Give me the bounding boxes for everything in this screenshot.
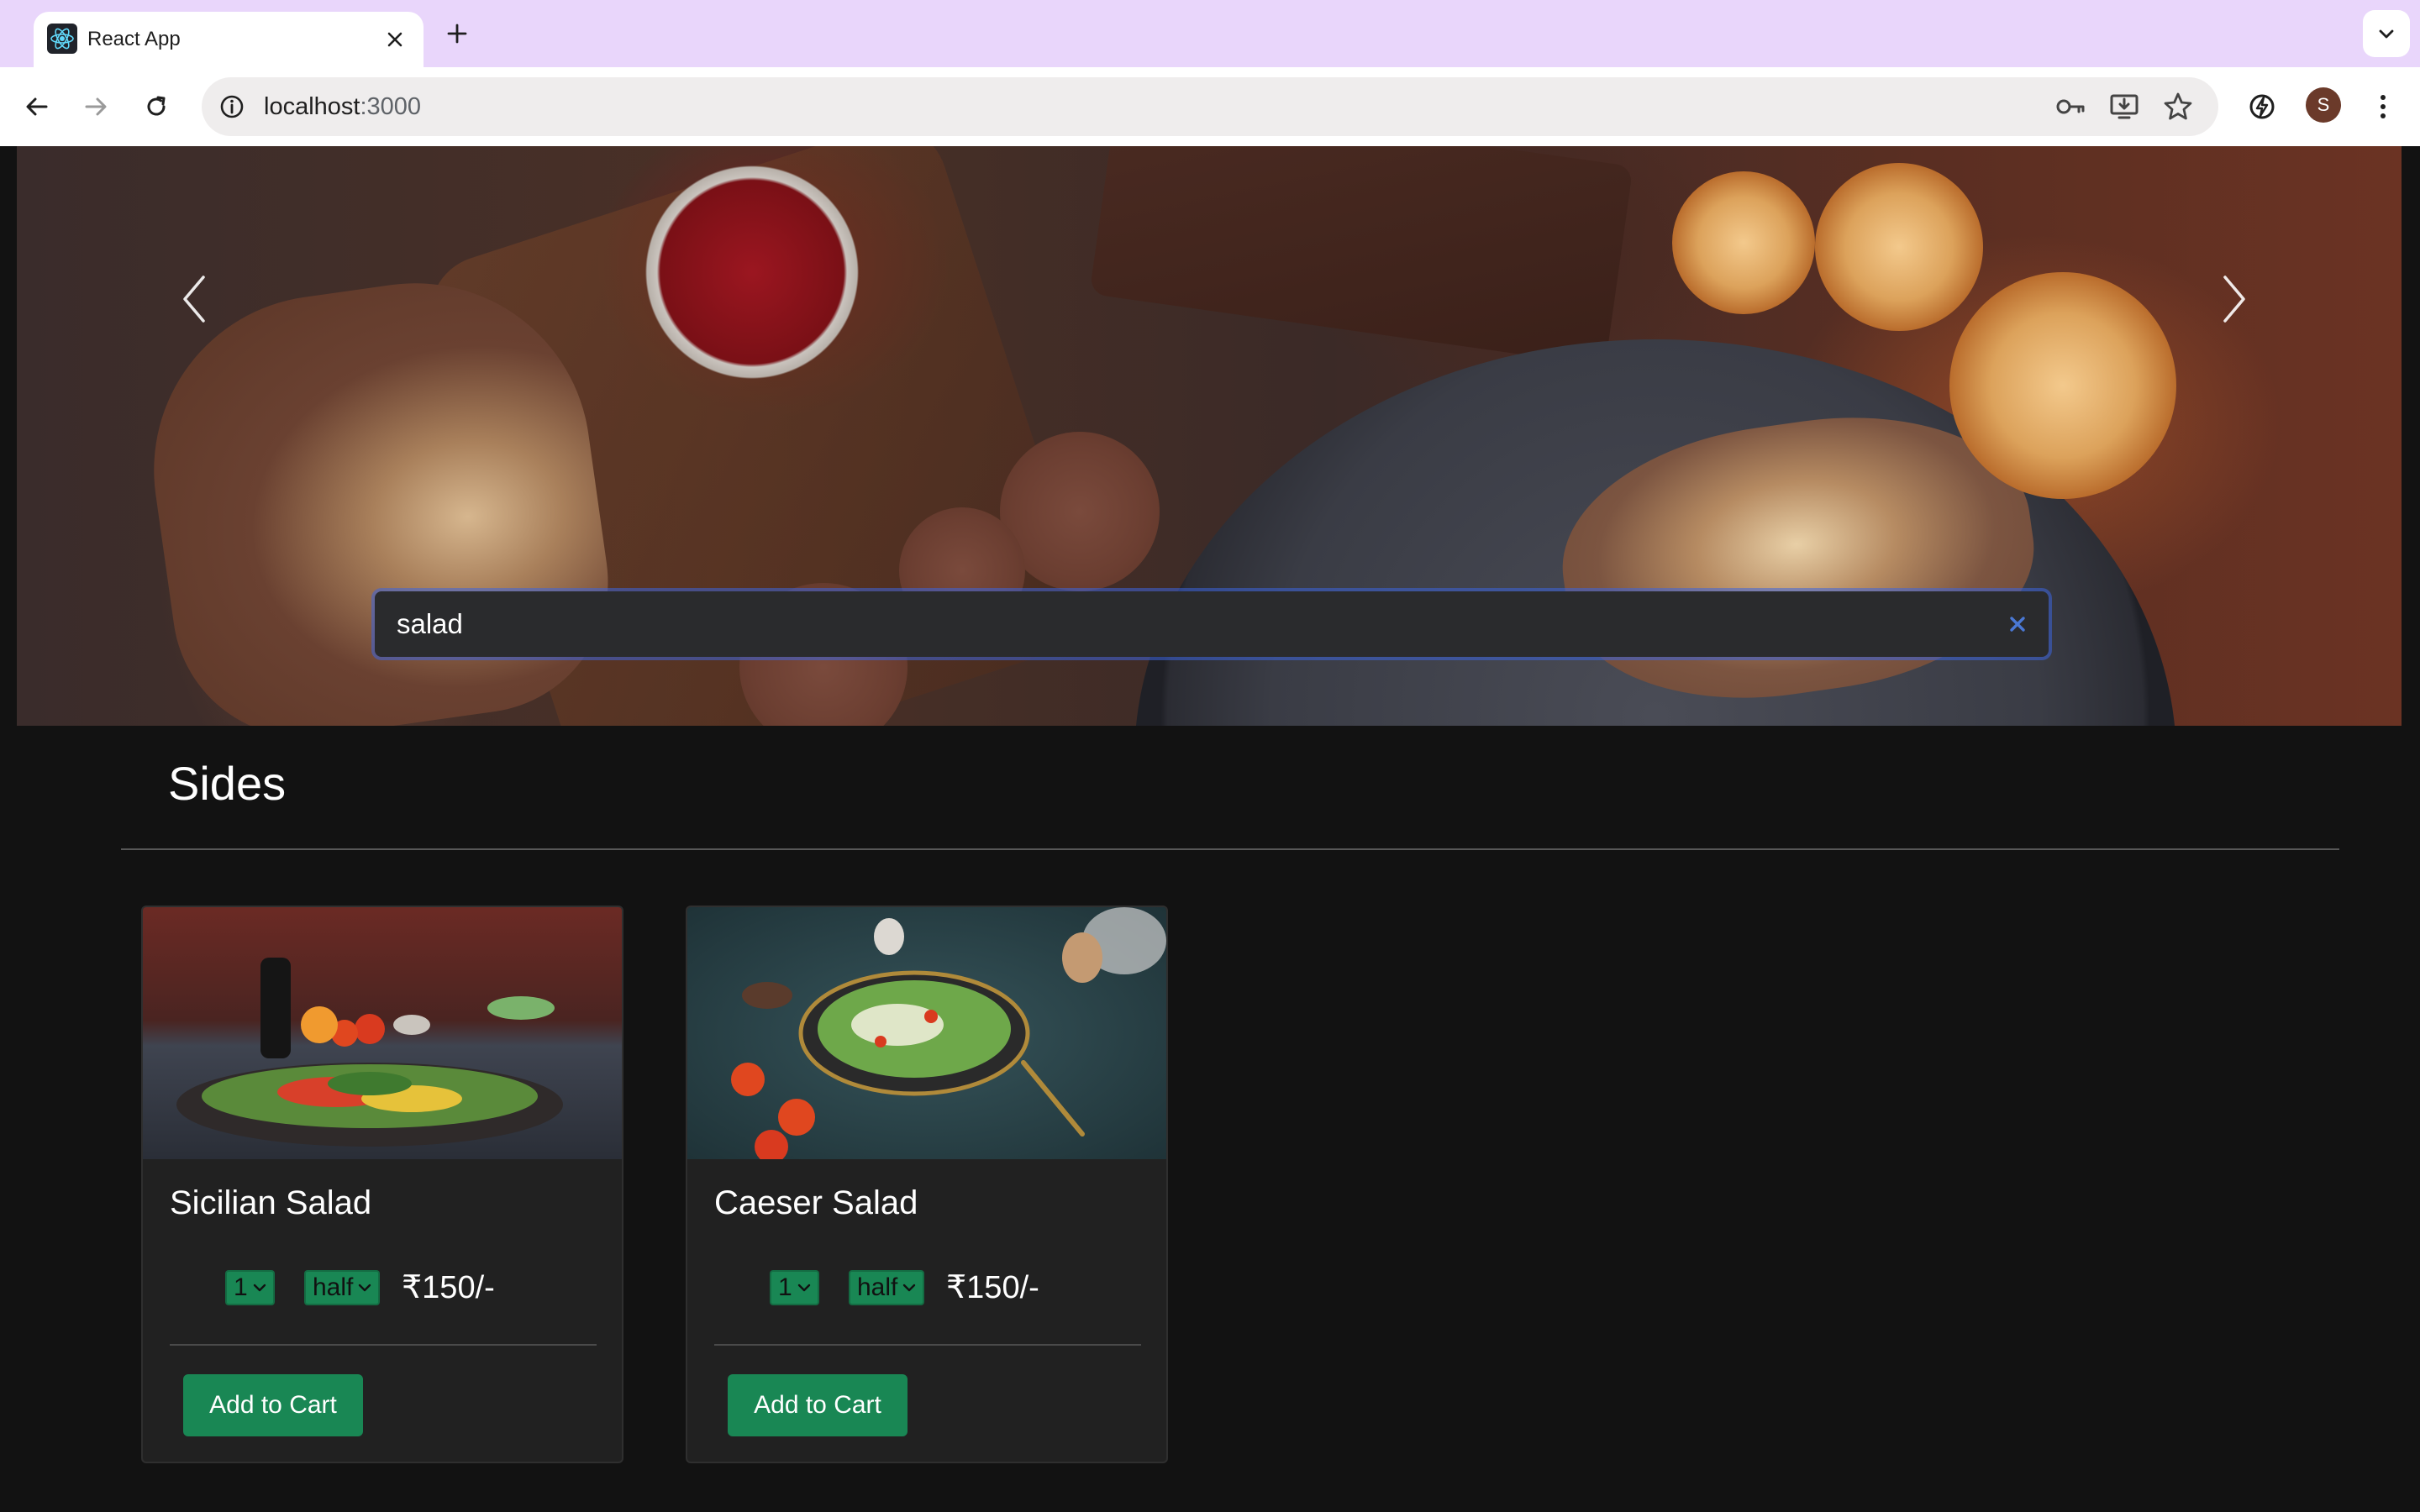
chevron-down-icon: [358, 1283, 371, 1293]
address-bar[interactable]: localhost:3000: [202, 77, 2218, 136]
tab-react-app[interactable]: React App: [34, 12, 424, 67]
quantity-select[interactable]: 1: [770, 1270, 819, 1305]
carousel-image-orange: [1672, 171, 1815, 314]
carousel-image-orange: [1949, 272, 2176, 499]
browser-tabstrip: React App: [0, 0, 2420, 67]
reload-icon[interactable]: [136, 87, 176, 127]
card-divider: [170, 1344, 597, 1346]
size-select[interactable]: half: [304, 1270, 381, 1305]
size-value: half: [857, 1273, 898, 1301]
url-port: :3000: [360, 93, 422, 120]
url-text: localhost:3000: [264, 77, 421, 136]
hero-carousel: [17, 146, 2402, 726]
quantity-select[interactable]: 1: [225, 1270, 275, 1305]
plus-icon[interactable]: [440, 17, 474, 50]
lightning-icon[interactable]: [2242, 87, 2282, 127]
search-input[interactable]: [375, 591, 2049, 657]
category-title: Sides: [168, 757, 287, 810]
price: ₹150/-: [402, 1270, 495, 1305]
food-title: Caeser Salad: [714, 1184, 918, 1221]
add-to-cart-button[interactable]: Add to Cart: [728, 1374, 908, 1436]
avatar[interactable]: S: [2306, 87, 2341, 123]
key-icon[interactable]: [2050, 87, 2091, 127]
chevron-right-icon[interactable]: [2207, 272, 2260, 326]
url-host: localhost: [264, 93, 360, 120]
quantity-value: 1: [778, 1273, 792, 1301]
size-select[interactable]: half: [849, 1270, 925, 1305]
chevron-down-icon: [797, 1283, 811, 1293]
food-image: [143, 907, 622, 1159]
star-icon[interactable]: [2158, 87, 2198, 127]
close-icon[interactable]: [378, 23, 412, 56]
price: ₹150/-: [946, 1270, 1039, 1305]
food-image: [687, 907, 1166, 1159]
info-icon[interactable]: [212, 87, 252, 127]
food-title: Sicilian Salad: [170, 1184, 372, 1221]
tab-title: React App: [87, 28, 181, 50]
chevron-left-icon[interactable]: [168, 272, 222, 326]
chevron-down-icon: [902, 1283, 916, 1293]
arrow-left-icon[interactable]: [17, 87, 57, 127]
quantity-value: 1: [234, 1273, 248, 1301]
carousel-image-orange: [1815, 163, 1983, 331]
chevron-down-icon[interactable]: [2363, 10, 2410, 57]
carousel-image-bowl: [626, 163, 878, 381]
kebab-menu-icon[interactable]: [2363, 87, 2403, 127]
chevron-down-icon: [253, 1283, 266, 1293]
section-divider: [121, 848, 2339, 850]
size-value: half: [313, 1273, 354, 1301]
browser-toolbar: localhost:3000 S: [0, 67, 2420, 146]
card-divider: [714, 1344, 1141, 1346]
food-card: Sicilian Salad 1 half ₹150/- Add to Cart: [141, 906, 623, 1463]
carousel-image-cake: [1089, 146, 1634, 366]
install-icon[interactable]: [2104, 87, 2144, 127]
food-card: Caeser Salad 1 half ₹150/- Add to Cart: [686, 906, 1168, 1463]
react-logo-icon: [47, 24, 77, 54]
arrow-right-icon[interactable]: [76, 87, 116, 127]
add-to-cart-button[interactable]: Add to Cart: [183, 1374, 363, 1436]
clear-x-icon[interactable]: [2000, 606, 2035, 642]
